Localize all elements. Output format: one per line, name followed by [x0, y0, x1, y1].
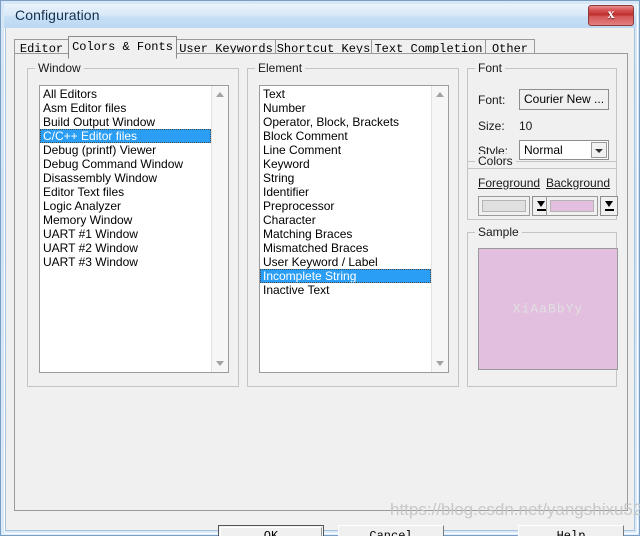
list-item[interactable]: All Editors — [40, 87, 211, 101]
element-group: Element Text Number Operator, Block, Brack… — [247, 61, 459, 387]
list-item[interactable]: Debug Command Window — [40, 157, 211, 171]
window-group-legend: Window — [35, 61, 84, 75]
list-item[interactable]: Identifier — [260, 185, 431, 199]
window-listbox-scrollbar[interactable] — [211, 86, 228, 372]
list-item[interactable]: Line Comment — [260, 143, 431, 157]
list-item[interactable]: String — [260, 171, 431, 185]
colors-group: Colors Foreground Background — [467, 154, 618, 220]
list-item[interactable]: Preprocessor — [260, 199, 431, 213]
list-item[interactable]: Build Output Window — [40, 115, 211, 129]
sample-group-legend: Sample — [475, 225, 522, 239]
element-listbox-scrollbar[interactable] — [431, 86, 448, 372]
tab-panel-colors-and-fonts: Window All Editors Asm Editor files Build … — [14, 53, 628, 511]
background-label: Background — [546, 176, 610, 190]
scroll-down-icon[interactable] — [212, 355, 228, 372]
ok-button[interactable]: OK — [218, 525, 324, 536]
background-swatch — [550, 200, 594, 212]
list-item[interactable]: Operator, Block, Brackets — [260, 115, 431, 129]
list-item[interactable]: Logic Analyzer — [40, 199, 211, 213]
list-item[interactable]: Mismatched Braces — [260, 241, 431, 255]
background-swatch-frame — [546, 196, 598, 216]
colors-group-legend: Colors — [475, 154, 516, 168]
close-button[interactable]: x — [588, 5, 634, 26]
list-item[interactable]: UART #3 Window — [40, 255, 211, 269]
configuration-dialog: Configuration x Editor Colors & Fonts User… — [0, 0, 640, 536]
list-item[interactable]: Block Comment — [260, 129, 431, 143]
help-button[interactable]: Help — [518, 525, 624, 536]
window-group: Window All Editors Asm Editor files Build … — [27, 61, 239, 387]
list-item[interactable]: User Keyword / Label — [260, 255, 431, 269]
tab-colors-fonts[interactable]: Colors & Fonts — [68, 36, 177, 59]
font-label: Font: — [478, 93, 506, 107]
title-bar: Configuration x — [4, 4, 636, 28]
list-item[interactable]: Editor Text files — [40, 185, 211, 199]
list-item[interactable]: Incomplete String — [260, 269, 431, 283]
list-item[interactable]: Asm Editor files — [40, 101, 211, 115]
element-listbox[interactable]: Text Number Operator, Block, Brackets Block… — [259, 85, 449, 373]
foreground-swatch-frame — [478, 196, 530, 216]
list-item[interactable]: Text — [260, 87, 431, 101]
list-item[interactable]: C/C++ Editor files — [40, 129, 211, 143]
element-group-legend: Element — [255, 61, 306, 75]
scroll-down-icon[interactable] — [432, 355, 448, 372]
list-item[interactable]: Disassembly Window — [40, 171, 211, 185]
cancel-button[interactable]: Cancel — [338, 525, 444, 536]
background-dropdown-icon[interactable] — [600, 196, 618, 216]
style-combobox-value: Normal — [524, 143, 563, 157]
sample-group: Sample XiAaBbYy — [467, 225, 618, 387]
font-group-legend: Font — [475, 61, 506, 75]
close-icon: x — [607, 7, 615, 22]
list-item[interactable]: Keyword — [260, 157, 431, 171]
list-item[interactable]: Matching Braces — [260, 227, 431, 241]
list-item[interactable]: Inactive Text — [260, 283, 431, 297]
sample-preview: XiAaBbYy — [478, 248, 618, 370]
foreground-color-picker[interactable] — [478, 196, 550, 216]
sample-text: XiAaBbYy — [512, 301, 584, 317]
window-title: Configuration — [15, 7, 100, 23]
list-item[interactable]: Debug (printf) Viewer — [40, 143, 211, 157]
font-picker-button[interactable]: Courier New ... — [519, 89, 609, 110]
style-combobox[interactable]: Normal — [519, 140, 609, 160]
list-item[interactable]: UART #1 Window — [40, 227, 211, 241]
background-label-text: Background — [546, 176, 611, 190]
foreground-label: Foreground — [478, 176, 540, 190]
list-item[interactable]: Character — [260, 213, 431, 227]
list-item[interactable]: UART #2 Window — [40, 241, 211, 255]
foreground-swatch — [482, 200, 526, 212]
chevron-down-icon[interactable] — [591, 142, 607, 158]
ok-button-label: OK — [263, 529, 279, 536]
foreground-label-text: Foreground — [478, 176, 541, 190]
background-color-picker[interactable] — [546, 196, 618, 216]
window-listbox[interactable]: All Editors Asm Editor files Build Output … — [39, 85, 229, 373]
dialog-client-area: Editor Colors & Fonts User Keywords Shortcu… — [5, 28, 635, 536]
scroll-up-icon[interactable] — [212, 86, 228, 103]
size-label: Size: — [478, 119, 505, 133]
scroll-up-icon[interactable] — [432, 86, 448, 103]
list-item[interactable]: Memory Window — [40, 213, 211, 227]
size-value: 10 — [519, 119, 533, 133]
list-item[interactable]: Number — [260, 101, 431, 115]
